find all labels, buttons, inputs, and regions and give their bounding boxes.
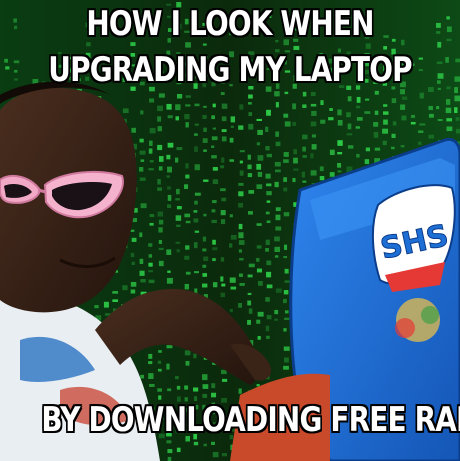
caption-top-line-2: UPGRADING MY LAPTOP [48, 50, 412, 90]
meme-image: SHS HOW I LOOK WHEN UPGRADING MY LAPTOP … [0, 0, 460, 461]
caption-top-line-1: HOW I LOOK WHEN [86, 4, 374, 44]
caption-bottom: BY DOWNLOADING FREE RAM [41, 400, 460, 440]
